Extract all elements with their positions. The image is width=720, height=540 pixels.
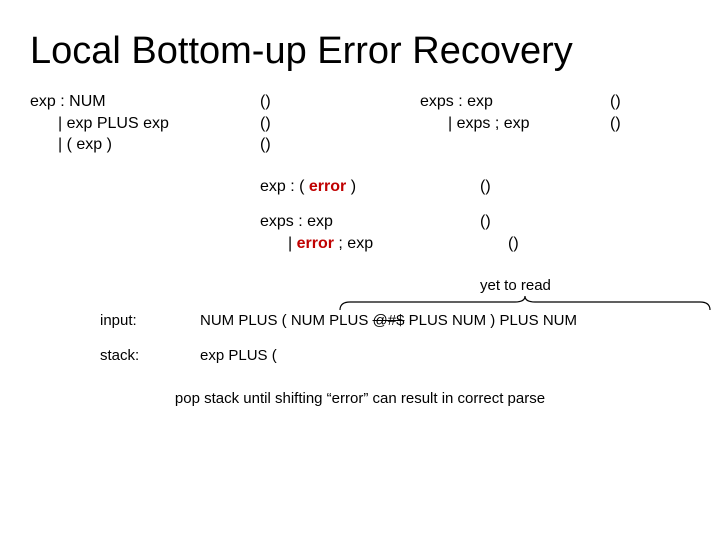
input-garbage: @#$ [373, 312, 405, 329]
yet-to-read-label: yet to read [480, 277, 690, 294]
grammar-exp-actions: () () () [260, 91, 420, 156]
action-paren: () [260, 91, 420, 113]
grammar-exps: exps : exp | exps ; exp [420, 91, 610, 156]
grammar-exp-l2: | exp PLUS exp [30, 113, 260, 135]
error-token: error [297, 235, 334, 252]
grammar-exps-error-text: exps : exp [260, 211, 480, 233]
curly-brace [335, 294, 715, 312]
grammar-exps-l2: | exps ; exp [420, 113, 610, 135]
action-paren: () [610, 91, 670, 113]
grammar-exps-error-l1: exps : exp () [260, 211, 690, 233]
grammar-exp-l3: | ( exp ) [30, 134, 260, 156]
action-paren: () [508, 233, 568, 255]
input-part2: PLUS NUM ) PLUS NUM [404, 312, 577, 329]
grammar-exp: exp : NUM | exp PLUS exp | ( exp ) [30, 91, 260, 156]
rule-prefix: | [288, 235, 297, 252]
slide: Local Bottom-up Error Recovery exp : NUM… [0, 0, 720, 540]
stack-value: exp PLUS ( [200, 347, 277, 364]
input-part1: NUM PLUS ( NUM PLUS [200, 312, 373, 329]
input-tokens: NUM PLUS ( NUM PLUS @#$ PLUS NUM ) PLUS … [200, 312, 577, 329]
input-row: input: NUM PLUS ( NUM PLUS @#$ PLUS NUM … [30, 312, 690, 329]
grammar-top-row: exp : NUM | exp PLUS exp | ( exp ) () ()… [30, 91, 690, 156]
rule-suffix: ) [346, 178, 356, 195]
input-label: input: [30, 312, 200, 329]
grammar-exp-l1: exp : NUM [30, 91, 260, 113]
grammar-exps-l1: exps : exp [420, 91, 610, 113]
grammar-error-rules: exp : ( error ) () exps : exp () | error… [260, 176, 690, 255]
grammar-exps-actions: () () [610, 91, 670, 156]
spacer [260, 197, 690, 211]
action-paren: () [260, 134, 420, 156]
action-paren: () [480, 176, 540, 198]
rule-suffix: ; exp [334, 235, 373, 252]
rule-prefix: exp : ( [260, 178, 309, 195]
grammar-exps-error-l2-text: | error ; exp [260, 233, 508, 255]
grammar-exps-error-l2: | error ; exp () [260, 233, 690, 255]
action-paren: () [260, 113, 420, 135]
stack-label: stack: [30, 347, 200, 364]
action-paren: () [480, 211, 540, 233]
stack-row: stack: exp PLUS ( [30, 347, 690, 364]
footer-note: pop stack until shifting “error” can res… [30, 390, 690, 407]
error-token: error [309, 178, 346, 195]
slide-title: Local Bottom-up Error Recovery [30, 30, 690, 73]
action-paren: () [610, 113, 670, 135]
grammar-exp-error: exp : ( error ) () [260, 176, 690, 198]
grammar-exp-error-text: exp : ( error ) [260, 176, 480, 198]
